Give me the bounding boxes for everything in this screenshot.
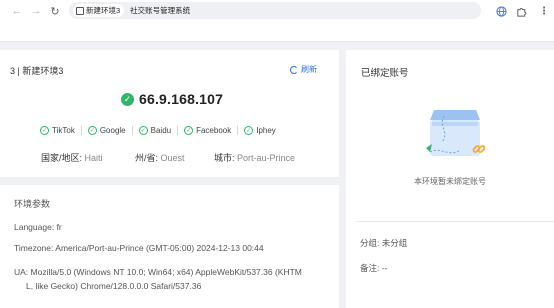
back-arrow-icon[interactable]: ← [10, 4, 24, 18]
group-value: 未分组 [381, 238, 408, 248]
check-circle-icon: ✓ [138, 126, 148, 135]
city-value: Port-au-Prince [237, 153, 296, 163]
city-label: 城市: [214, 153, 235, 163]
browser-subbar [0, 22, 554, 42]
divider [131, 126, 133, 135]
refresh-label: 刷新 [301, 65, 317, 74]
ip-address: 66.9.168.107 [139, 91, 224, 107]
forward-arrow-icon[interactable]: → [29, 4, 43, 18]
timezone-label: Timezone: [14, 243, 54, 253]
environment-title: 3 | 新建环境3 [10, 66, 64, 76]
site-label: TikTok [52, 126, 75, 135]
site-check-baidu: ✓ Baidu [138, 126, 172, 135]
address-bar[interactable]: 新建环境3 社交账号管理系统 [69, 2, 481, 19]
url-text: 社交账号管理系统 [130, 6, 191, 15]
bound-accounts-title: 已绑定账号 [361, 68, 409, 79]
language-value: fr [56, 222, 62, 232]
empty-state-text: 本环境暂未绑定账号 [414, 177, 486, 186]
reload-icon[interactable]: ↻ [48, 4, 62, 18]
timezone-row: Timezone: America/Port-au-Prince (GMT-05… [14, 242, 264, 255]
country-value: Haiti [84, 153, 103, 163]
state-info: 州/省: Ouest [135, 151, 185, 164]
ua-value-line1: Mozilla/5.0 (Windows NT 10.0; Win64; x64… [30, 267, 302, 277]
timezone-value: America/Port-au-Prince (GMT-05:00) 2024-… [55, 243, 264, 253]
check-circle-icon: ✓ [244, 126, 254, 135]
environment-params-card: 环境参数 Language: fr Timezone: America/Port… [0, 185, 339, 308]
site-check-tiktok: ✓ TikTok [40, 126, 75, 135]
refresh-icon [290, 65, 298, 74]
tab-page-icon [76, 6, 84, 15]
tab-chip[interactable]: 新建环境3 [73, 4, 125, 17]
bound-accounts-card: 已绑定账号 本环境暂未绑定账号 分组: 未分组 备注: -- [346, 50, 554, 308]
extension-icon[interactable] [514, 4, 528, 18]
browser-toolbar: ← → ↻ 新建环境3 社交账号管理系统 ⋮ [0, 0, 554, 22]
group-row: 分组: 未分组 [360, 237, 407, 249]
ua-label: UA: [14, 267, 29, 277]
site-label: Baidu [150, 126, 172, 135]
more-menu-icon[interactable]: ⋮ [537, 4, 551, 18]
note-row: 备注: -- [360, 262, 387, 274]
check-circle-icon: ✓ [87, 126, 97, 135]
state-value: Ouest [160, 153, 185, 163]
check-circle-icon: ✓ [40, 126, 49, 135]
language-label: Language: [14, 222, 55, 232]
site-label: Google [99, 126, 126, 135]
site-check-google: ✓ Google [87, 126, 126, 135]
site-checks: ✓ TikTok ✓ Google ✓ Baidu ✓ Facebook ✓ I… [40, 126, 276, 135]
check-circle-icon: ✓ [184, 126, 194, 135]
divider [80, 126, 82, 135]
site-label: Iphey [256, 126, 276, 135]
ua-value-line2: L, like Gecko) Chrome/128.0.0.0 Safari/5… [26, 281, 202, 291]
state-label: 州/省: [135, 153, 159, 163]
language-row: Language: fr [14, 221, 62, 234]
site-check-facebook: ✓ Facebook [184, 126, 231, 135]
country-info: 国家/地区: Haiti [41, 151, 103, 164]
refresh-button[interactable]: 刷新 [290, 64, 317, 75]
ua-row-cont: L, like Gecko) Chrome/128.0.0.0 Safari/5… [26, 280, 201, 293]
params-heading: 环境参数 [14, 199, 51, 209]
note-label: 备注: [360, 263, 380, 273]
country-label: 国家/地区: [41, 153, 83, 163]
tab-title: 新建环境3 [86, 6, 121, 15]
check-circle-icon: ✓ [121, 92, 134, 106]
globe-icon[interactable] [494, 4, 508, 18]
group-label: 分组: [360, 238, 380, 248]
note-value: -- [381, 263, 388, 273]
ua-row: UA: Mozilla/5.0 (Windows NT 10.0; Win64;… [14, 266, 302, 279]
city-info: 城市: Port-au-Prince [214, 151, 295, 164]
link-icon [472, 142, 486, 156]
divider [177, 126, 179, 135]
empty-illustration [420, 106, 490, 168]
site-check-iphey: ✓ Iphey [244, 126, 276, 135]
environment-card: 3 | 新建环境3 刷新 ✓ 66.9.168.107 ✓ TikTok ✓ G… [0, 50, 339, 177]
divider [356, 221, 554, 222]
site-label: Facebook [196, 126, 232, 135]
divider [237, 126, 239, 135]
ip-status: ✓ 66.9.168.107 [121, 91, 223, 107]
